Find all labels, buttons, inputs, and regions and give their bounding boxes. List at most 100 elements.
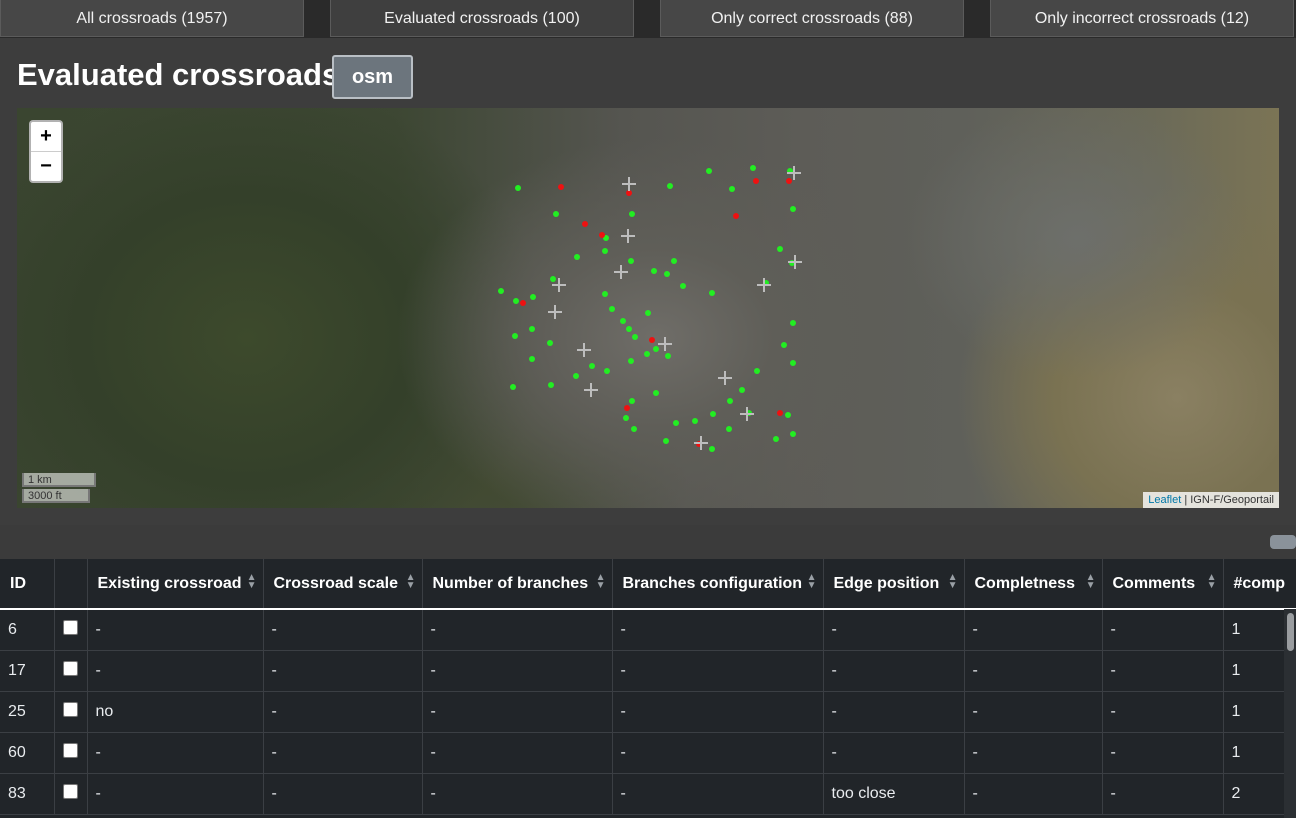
correct-crossroad-marker[interactable] xyxy=(665,353,671,359)
correct-crossroad-marker[interactable] xyxy=(709,446,715,452)
correct-crossroad-marker[interactable] xyxy=(628,358,634,364)
crossroad-branch-marker[interactable] xyxy=(614,265,628,279)
col-config-header[interactable]: Branches configuration ▲ ▼ xyxy=(612,559,824,610)
correct-crossroad-marker[interactable] xyxy=(530,294,536,300)
satellite-map[interactable]: + − 1 km 3000 ft Leaflet | IGN-F/Geoport… xyxy=(17,108,1279,508)
crossroad-branch-marker[interactable] xyxy=(552,278,566,292)
correct-crossroad-marker[interactable] xyxy=(626,326,632,332)
col-completness-header[interactable]: Completness ▲ ▼ xyxy=(964,559,1103,610)
crossroad-branch-marker[interactable] xyxy=(718,371,732,385)
row-checkbox[interactable] xyxy=(63,701,78,717)
osm-layer-button[interactable]: osm xyxy=(332,55,413,99)
sort-icon[interactable]: ▲ ▼ xyxy=(1086,573,1096,591)
tab-correct-crossroads[interactable]: Only correct crossroads (88) xyxy=(660,0,964,37)
correct-crossroad-marker[interactable] xyxy=(620,318,626,324)
table-scrollbar-thumb[interactable] xyxy=(1287,613,1294,651)
incorrect-crossroad-marker[interactable] xyxy=(753,178,759,184)
correct-crossroad-marker[interactable] xyxy=(790,320,796,326)
leaflet-link[interactable]: Leaflet xyxy=(1148,494,1181,506)
col-comments-header[interactable]: Comments ▲ ▼ xyxy=(1102,559,1224,610)
correct-crossroad-marker[interactable] xyxy=(631,426,637,432)
correct-crossroad-marker[interactable] xyxy=(623,415,629,421)
correct-crossroad-marker[interactable] xyxy=(664,271,670,277)
correct-crossroad-marker[interactable] xyxy=(604,368,610,374)
correct-crossroad-marker[interactable] xyxy=(781,342,787,348)
row-checkbox[interactable] xyxy=(63,783,78,799)
correct-crossroad-marker[interactable] xyxy=(710,411,716,417)
sort-icon[interactable]: ▲ ▼ xyxy=(948,573,958,591)
crossroad-branch-marker[interactable] xyxy=(622,177,636,191)
correct-crossroad-marker[interactable] xyxy=(773,436,779,442)
correct-crossroad-marker[interactable] xyxy=(709,290,715,296)
correct-crossroad-marker[interactable] xyxy=(602,248,608,254)
sort-icon[interactable]: ▲ ▼ xyxy=(807,573,817,591)
table-row[interactable]: 25 no - - - - - -1 xyxy=(0,691,1296,733)
sort-icon[interactable]: ▲ ▼ xyxy=(596,573,606,591)
correct-crossroad-marker[interactable] xyxy=(790,360,796,366)
correct-crossroad-marker[interactable] xyxy=(632,334,638,340)
crossroad-branch-marker[interactable] xyxy=(548,305,562,319)
correct-crossroad-marker[interactable] xyxy=(651,268,657,274)
sort-icon[interactable]: ▲ ▼ xyxy=(247,573,257,591)
correct-crossroad-marker[interactable] xyxy=(750,165,756,171)
crossroad-branch-marker[interactable] xyxy=(658,337,672,351)
resize-handle[interactable] xyxy=(1270,535,1296,549)
correct-crossroad-marker[interactable] xyxy=(680,283,686,289)
col-id-header[interactable]: ID xyxy=(0,559,55,610)
col-branches-header[interactable]: Number of branches ▲ ▼ xyxy=(422,559,613,610)
correct-crossroad-marker[interactable] xyxy=(629,398,635,404)
table-row[interactable]: 17- - - - - - -1 xyxy=(0,650,1296,692)
correct-crossroad-marker[interactable] xyxy=(777,246,783,252)
incorrect-crossroad-marker[interactable] xyxy=(520,300,526,306)
incorrect-crossroad-marker[interactable] xyxy=(649,337,655,343)
col-edge-header[interactable]: Edge position ▲ ▼ xyxy=(823,559,965,610)
incorrect-crossroad-marker[interactable] xyxy=(582,221,588,227)
sort-icon[interactable]: ▲ ▼ xyxy=(406,573,416,591)
correct-crossroad-marker[interactable] xyxy=(692,418,698,424)
correct-crossroad-marker[interactable] xyxy=(512,333,518,339)
correct-crossroad-marker[interactable] xyxy=(706,168,712,174)
tab-incorrect-crossroads[interactable]: Only incorrect crossroads (12) xyxy=(990,0,1294,37)
correct-crossroad-marker[interactable] xyxy=(510,384,516,390)
incorrect-crossroad-marker[interactable] xyxy=(599,232,605,238)
correct-crossroad-marker[interactable] xyxy=(589,363,595,369)
correct-crossroad-marker[interactable] xyxy=(529,326,535,332)
correct-crossroad-marker[interactable] xyxy=(790,206,796,212)
correct-crossroad-marker[interactable] xyxy=(628,258,634,264)
correct-crossroad-marker[interactable] xyxy=(663,438,669,444)
correct-crossroad-marker[interactable] xyxy=(513,298,519,304)
correct-crossroad-marker[interactable] xyxy=(790,431,796,437)
tab-evaluated-crossroads[interactable]: Evaluated crossroads (100) xyxy=(330,0,634,37)
correct-crossroad-marker[interactable] xyxy=(673,420,679,426)
incorrect-crossroad-marker[interactable] xyxy=(558,184,564,190)
row-checkbox[interactable] xyxy=(63,742,78,758)
correct-crossroad-marker[interactable] xyxy=(547,340,553,346)
table-row[interactable]: 6-------1 xyxy=(0,609,1296,651)
correct-crossroad-marker[interactable] xyxy=(667,183,673,189)
correct-crossroad-marker[interactable] xyxy=(671,258,677,264)
incorrect-crossroad-marker[interactable] xyxy=(624,405,630,411)
correct-crossroad-marker[interactable] xyxy=(727,398,733,404)
correct-crossroad-marker[interactable] xyxy=(645,310,651,316)
crossroad-branch-marker[interactable] xyxy=(740,407,754,421)
zoom-out-button[interactable]: − xyxy=(31,151,61,181)
correct-crossroad-marker[interactable] xyxy=(785,412,791,418)
crossroad-branch-marker[interactable] xyxy=(757,278,771,292)
crossroad-branch-marker[interactable] xyxy=(787,166,801,180)
correct-crossroad-marker[interactable] xyxy=(644,351,650,357)
sort-icon[interactable]: ▲ ▼ xyxy=(1207,573,1217,591)
correct-crossroad-marker[interactable] xyxy=(754,368,760,374)
correct-crossroad-marker[interactable] xyxy=(529,356,535,362)
incorrect-crossroad-marker[interactable] xyxy=(733,213,739,219)
table-row[interactable]: 60- - - - - - -1 xyxy=(0,732,1296,774)
correct-crossroad-marker[interactable] xyxy=(729,186,735,192)
crossroad-branch-marker[interactable] xyxy=(694,436,708,450)
correct-crossroad-marker[interactable] xyxy=(515,185,521,191)
correct-crossroad-marker[interactable] xyxy=(553,211,559,217)
correct-crossroad-marker[interactable] xyxy=(609,306,615,312)
correct-crossroad-marker[interactable] xyxy=(726,426,732,432)
correct-crossroad-marker[interactable] xyxy=(653,390,659,396)
correct-crossroad-marker[interactable] xyxy=(739,387,745,393)
row-checkbox[interactable] xyxy=(63,660,78,676)
correct-crossroad-marker[interactable] xyxy=(602,291,608,297)
